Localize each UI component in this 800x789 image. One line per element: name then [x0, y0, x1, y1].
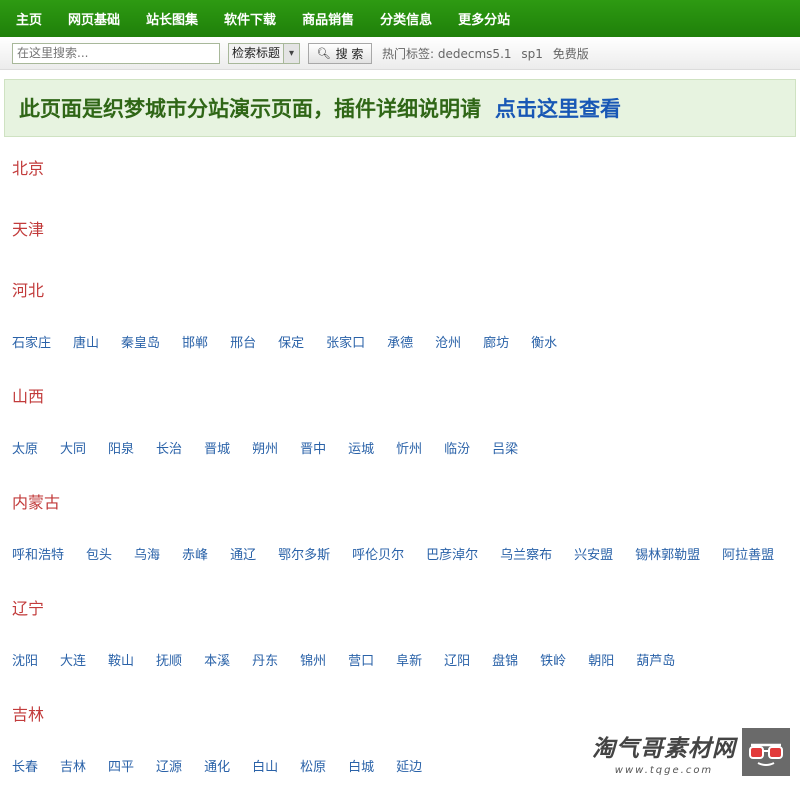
city-link[interactable]: 乌海	[134, 548, 160, 563]
city-link[interactable]: 呼伦贝尔	[352, 548, 404, 563]
hot-tag[interactable]: 免费版	[553, 47, 589, 61]
city-link[interactable]: 大连	[60, 654, 86, 669]
city-link[interactable]: 张家口	[326, 336, 365, 351]
city-link[interactable]: 朔州	[252, 442, 278, 457]
city-list: 太原 大同 阳泉 长治 晋城 朔州 晋中 运城 忻州 临汾 吕梁	[12, 440, 800, 460]
city-link[interactable]: 通化	[204, 760, 230, 775]
city-link[interactable]: 呼和浩特	[12, 548, 64, 563]
city-link[interactable]: 保定	[278, 336, 304, 351]
province-heading: 辽宁	[12, 599, 45, 618]
city-link[interactable]: 承德	[387, 336, 413, 351]
city-link[interactable]: 长治	[156, 442, 182, 457]
province-list: 北京 天津 河北 石家庄 唐山 秦皇岛 邯郸 邢台 保定 张家口 承德 沧州 廊坊 衡水 山西 太原 大同 阳泉长…	[0, 157, 800, 778]
hot-tag[interactable]: sp1	[521, 47, 543, 61]
city-link[interactable]: 锦州	[300, 654, 326, 669]
watermark-url: www.tqge.com	[614, 764, 714, 776]
nav-classifieds[interactable]: 分类信息	[380, 9, 432, 28]
city-link[interactable]: 忻州	[396, 442, 422, 457]
city-link[interactable]: 阿拉善盟	[722, 548, 774, 563]
city-link[interactable]: 辽源	[156, 760, 182, 775]
city-link[interactable]: 白山	[252, 760, 278, 775]
notice-banner: 此页面是织梦城市分站演示页面，插件详细说明请 点击这里查看	[4, 79, 796, 137]
city-link[interactable]: 临汾	[444, 442, 470, 457]
province-heading: 吉林	[12, 705, 45, 724]
city-link[interactable]: 包头	[86, 548, 112, 563]
province-heading: 北京	[12, 159, 45, 178]
hot-tags-label: 热门标签:	[382, 46, 435, 61]
city-link[interactable]: 葫芦岛	[636, 654, 675, 669]
nav-more-substations[interactable]: 更多分站	[458, 9, 510, 28]
search-bar: 检索标题 ▾ 🔍︎ 搜 索 热门标签: dedecms5.1 sp1 免费版	[0, 37, 800, 70]
city-list: 石家庄 唐山 秦皇岛 邯郸 邢台 保定 张家口 承德 沧州 廊坊 衡水	[12, 334, 800, 354]
city-link[interactable]: 吕梁	[492, 442, 518, 457]
province-heading: 内蒙古	[12, 493, 61, 512]
hot-tags: 热门标签: dedecms5.1 sp1 免费版	[382, 45, 595, 62]
search-button-label: 搜 索	[335, 46, 364, 61]
city-link[interactable]: 秦皇岛	[121, 336, 160, 351]
city-link[interactable]: 沧州	[435, 336, 461, 351]
province-heading: 天津	[12, 220, 45, 239]
glasses-logo-icon	[742, 728, 790, 776]
city-list: 呼和浩特 包头 乌海 赤峰 通辽 鄂尔多斯 呼伦贝尔 巴彦淖尔 乌兰察布 兴安盟 锡林郭勒盟 阿拉善盟	[12, 546, 800, 566]
city-link[interactable]: 松原	[300, 760, 326, 775]
search-type-select[interactable]: 检索标题 ▾	[228, 42, 301, 64]
city-link[interactable]: 大同	[60, 442, 86, 457]
city-link[interactable]: 锡林郭勒盟	[635, 548, 700, 563]
city-link[interactable]: 太原	[12, 442, 38, 457]
city-link[interactable]: 通辽	[230, 548, 256, 563]
city-link[interactable]: 营口	[348, 654, 374, 669]
city-link[interactable]: 吉林	[60, 760, 86, 775]
city-link[interactable]: 鞍山	[108, 654, 134, 669]
city-link[interactable]: 沈阳	[12, 654, 38, 669]
city-link[interactable]: 运城	[348, 442, 374, 457]
city-link[interactable]: 长春	[12, 760, 38, 775]
city-link[interactable]: 兴安盟	[574, 548, 613, 563]
city-link[interactable]: 铁岭	[540, 654, 566, 669]
hot-tag[interactable]: dedecms5.1	[438, 47, 512, 61]
city-link[interactable]: 四平	[108, 760, 134, 775]
city-link[interactable]: 邯郸	[182, 336, 208, 351]
city-list: 沈阳 大连 鞍山 抚顺 本溪 丹东 锦州 营口 阜新 辽阳 盘锦 铁岭 朝阳 葫芦岛	[12, 652, 800, 672]
city-link[interactable]: 朝阳	[588, 654, 614, 669]
province-heading: 山西	[12, 387, 45, 406]
city-link[interactable]: 白城	[348, 760, 374, 775]
watermark: 淘气哥素材网 www.tqge.com	[592, 728, 790, 776]
city-link[interactable]: 阳泉	[108, 442, 134, 457]
nav-gallery[interactable]: 站长图集	[146, 9, 198, 28]
nav-web-basics[interactable]: 网页基础	[68, 9, 120, 28]
banner-link[interactable]: 点击这里查看	[495, 93, 621, 123]
city-link[interactable]: 延边	[396, 760, 422, 775]
city-link[interactable]: 唐山	[73, 336, 99, 351]
top-nav: 主页 网页基础 站长图集 软件下载 商品销售 分类信息 更多分站	[0, 0, 800, 37]
city-link[interactable]: 廊坊	[483, 336, 509, 351]
city-link[interactable]: 石家庄	[12, 336, 51, 351]
city-link[interactable]: 赤峰	[182, 548, 208, 563]
city-link[interactable]: 丹东	[252, 654, 278, 669]
city-link[interactable]: 巴彦淖尔	[426, 548, 478, 563]
city-link[interactable]: 邢台	[230, 336, 256, 351]
city-link[interactable]: 盘锦	[492, 654, 518, 669]
city-link[interactable]: 晋城	[204, 442, 230, 457]
city-link[interactable]: 晋中	[300, 442, 326, 457]
city-link[interactable]: 衡水	[531, 336, 557, 351]
city-link[interactable]: 阜新	[396, 654, 422, 669]
province-heading: 河北	[12, 281, 45, 300]
city-link[interactable]: 抚顺	[156, 654, 182, 669]
nav-product-sales[interactable]: 商品销售	[302, 9, 354, 28]
nav-software-download[interactable]: 软件下载	[224, 9, 276, 28]
search-input[interactable]	[12, 42, 220, 64]
nav-home[interactable]: 主页	[16, 9, 42, 28]
city-link[interactable]: 乌兰察布	[500, 548, 552, 563]
city-link[interactable]: 鄂尔多斯	[278, 548, 330, 563]
city-link[interactable]: 辽阳	[444, 654, 470, 669]
search-type-value: 检索标题	[232, 45, 281, 60]
chevron-down-icon: ▾	[283, 43, 300, 63]
city-link[interactable]: 本溪	[204, 654, 230, 669]
watermark-title: 淘气哥素材网	[592, 735, 736, 762]
search-button[interactable]: 🔍︎ 搜 索	[308, 42, 373, 64]
search-icon: 🔍︎	[316, 46, 331, 60]
banner-text: 此页面是织梦城市分站演示页面，插件详细说明请	[19, 97, 481, 121]
